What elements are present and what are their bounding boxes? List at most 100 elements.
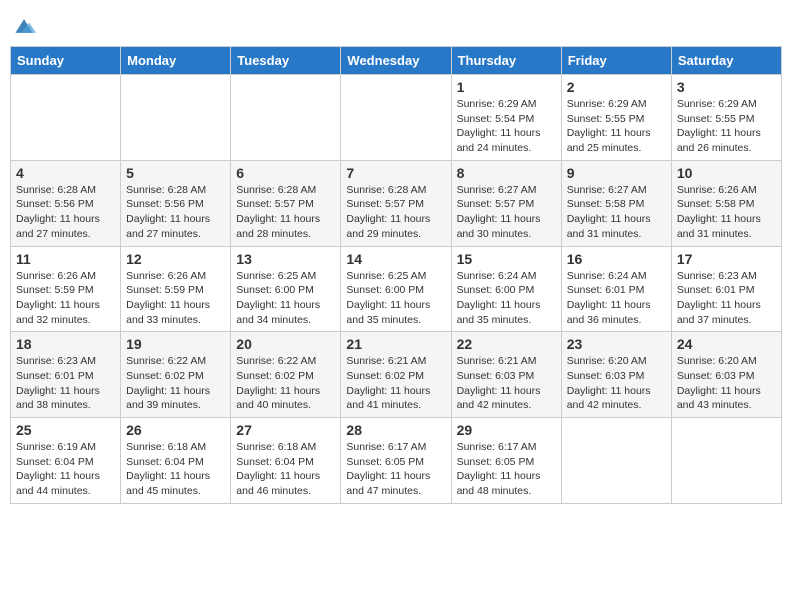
cell-info: Sunrise: 6:27 AM Sunset: 5:57 PM Dayligh… xyxy=(457,183,556,242)
cell-info: Sunrise: 6:21 AM Sunset: 6:03 PM Dayligh… xyxy=(457,354,556,413)
calendar-cell: 27Sunrise: 6:18 AM Sunset: 6:04 PM Dayli… xyxy=(231,418,341,504)
calendar-cell: 22 Sunrise: 6:21 AM Sunset: 6:03 PM Dayli… xyxy=(451,332,561,418)
calendar-week-4: 18Sunrise: 6:23 AM Sunset: 6:01 PM Dayli… xyxy=(11,332,782,418)
cell-info: Sunrise: 6:20 AM Sunset: 6:03 PM Dayligh… xyxy=(677,354,776,413)
day-header-monday: Monday xyxy=(121,47,231,75)
cell-info: Sunrise: 6:28 AM Sunset: 5:57 PM Dayligh… xyxy=(346,183,445,242)
day-number: 23 xyxy=(567,336,666,352)
calendar-cell: 8Sunrise: 6:27 AM Sunset: 5:57 PM Daylig… xyxy=(451,160,561,246)
calendar-cell xyxy=(121,75,231,161)
cell-info: Sunrise: 6:20 AM Sunset: 6:03 PM Dayligh… xyxy=(567,354,666,413)
cell-info: Sunrise: 6:28 AM Sunset: 5:57 PM Dayligh… xyxy=(236,183,335,242)
cell-info: Sunrise: 6:22 AM Sunset: 6:02 PM Dayligh… xyxy=(126,354,225,413)
calendar-cell: 29Sunrise: 6:17 AM Sunset: 6:05 PM Dayli… xyxy=(451,418,561,504)
calendar-body: 1 Sunrise: 6:29 AM Sunset: 5:54 PM Daylig… xyxy=(11,75,782,504)
calendar-cell: 17 Sunrise: 6:23 AM Sunset: 6:01 PM Dayli… xyxy=(671,246,781,332)
cell-info: Sunrise: 6:26 AM Sunset: 5:59 PM Dayligh… xyxy=(16,269,115,328)
page-header xyxy=(10,10,782,38)
day-number: 12 xyxy=(126,251,225,267)
day-number: 24 xyxy=(677,336,776,352)
day-number: 1 xyxy=(457,79,556,95)
calendar-cell: 6 Sunrise: 6:28 AM Sunset: 5:57 PM Daylig… xyxy=(231,160,341,246)
calendar-cell: 24 Sunrise: 6:20 AM Sunset: 6:03 PM Dayli… xyxy=(671,332,781,418)
calendar-week-5: 25 Sunrise: 6:19 AM Sunset: 6:04 PM Dayli… xyxy=(11,418,782,504)
cell-info: Sunrise: 6:28 AM Sunset: 5:56 PM Dayligh… xyxy=(16,183,115,242)
day-number: 13 xyxy=(236,251,335,267)
calendar-cell: 3 Sunrise: 6:29 AM Sunset: 5:55 PM Daylig… xyxy=(671,75,781,161)
calendar-cell: 11 Sunrise: 6:26 AM Sunset: 5:59 PM Dayli… xyxy=(11,246,121,332)
cell-info: Sunrise: 6:29 AM Sunset: 5:55 PM Dayligh… xyxy=(677,97,776,156)
cell-info: Sunrise: 6:17 AM Sunset: 6:05 PM Dayligh… xyxy=(346,440,445,499)
calendar-cell xyxy=(11,75,121,161)
day-number: 4 xyxy=(16,165,115,181)
cell-info: Sunrise: 6:26 AM Sunset: 5:58 PM Dayligh… xyxy=(677,183,776,242)
day-number: 6 xyxy=(236,165,335,181)
logo-icon xyxy=(12,14,36,38)
calendar-cell: 9 Sunrise: 6:27 AM Sunset: 5:58 PM Daylig… xyxy=(561,160,671,246)
cell-info: Sunrise: 6:27 AM Sunset: 5:58 PM Dayligh… xyxy=(567,183,666,242)
calendar-cell: 10 Sunrise: 6:26 AM Sunset: 5:58 PM Dayli… xyxy=(671,160,781,246)
day-header-thursday: Thursday xyxy=(451,47,561,75)
day-number: 11 xyxy=(16,251,115,267)
cell-info: Sunrise: 6:18 AM Sunset: 6:04 PM Dayligh… xyxy=(126,440,225,499)
day-number: 9 xyxy=(567,165,666,181)
cell-info: Sunrise: 6:21 AM Sunset: 6:02 PM Dayligh… xyxy=(346,354,445,413)
calendar-cell: 20 Sunrise: 6:22 AM Sunset: 6:02 PM Dayli… xyxy=(231,332,341,418)
cell-info: Sunrise: 6:24 AM Sunset: 6:00 PM Dayligh… xyxy=(457,269,556,328)
day-number: 15 xyxy=(457,251,556,267)
day-number: 16 xyxy=(567,251,666,267)
day-number: 3 xyxy=(677,79,776,95)
day-number: 10 xyxy=(677,165,776,181)
calendar-cell: 21 Sunrise: 6:21 AM Sunset: 6:02 PM Dayli… xyxy=(341,332,451,418)
calendar-cell xyxy=(231,75,341,161)
calendar-cell: 15 Sunrise: 6:24 AM Sunset: 6:00 PM Dayli… xyxy=(451,246,561,332)
day-number: 5 xyxy=(126,165,225,181)
calendar-cell: 23 Sunrise: 6:20 AM Sunset: 6:03 PM Dayli… xyxy=(561,332,671,418)
calendar-header: SundayMondayTuesdayWednesdayThursdayFrid… xyxy=(11,47,782,75)
day-number: 28 xyxy=(346,422,445,438)
day-header-saturday: Saturday xyxy=(671,47,781,75)
cell-info: Sunrise: 6:25 AM Sunset: 6:00 PM Dayligh… xyxy=(346,269,445,328)
day-header-sunday: Sunday xyxy=(11,47,121,75)
cell-info: Sunrise: 6:24 AM Sunset: 6:01 PM Dayligh… xyxy=(567,269,666,328)
day-number: 25 xyxy=(16,422,115,438)
day-number: 21 xyxy=(346,336,445,352)
calendar-cell: 7 Sunrise: 6:28 AM Sunset: 5:57 PM Daylig… xyxy=(341,160,451,246)
calendar-cell xyxy=(341,75,451,161)
calendar-cell xyxy=(561,418,671,504)
calendar-cell: 5 Sunrise: 6:28 AM Sunset: 5:56 PM Daylig… xyxy=(121,160,231,246)
calendar-cell: 4 Sunrise: 6:28 AM Sunset: 5:56 PM Daylig… xyxy=(11,160,121,246)
day-number: 20 xyxy=(236,336,335,352)
day-header-wednesday: Wednesday xyxy=(341,47,451,75)
day-number: 17 xyxy=(677,251,776,267)
day-number: 22 xyxy=(457,336,556,352)
calendar-cell: 12 Sunrise: 6:26 AM Sunset: 5:59 PM Dayli… xyxy=(121,246,231,332)
day-number: 18 xyxy=(16,336,115,352)
calendar-week-2: 4 Sunrise: 6:28 AM Sunset: 5:56 PM Daylig… xyxy=(11,160,782,246)
day-header-tuesday: Tuesday xyxy=(231,47,341,75)
day-number: 7 xyxy=(346,165,445,181)
day-number: 19 xyxy=(126,336,225,352)
cell-info: Sunrise: 6:17 AM Sunset: 6:05 PM Dayligh… xyxy=(457,440,556,499)
day-header-friday: Friday xyxy=(561,47,671,75)
logo xyxy=(10,14,36,38)
calendar-cell: 19 Sunrise: 6:22 AM Sunset: 6:02 PM Dayli… xyxy=(121,332,231,418)
calendar-cell: 14 Sunrise: 6:25 AM Sunset: 6:00 PM Dayli… xyxy=(341,246,451,332)
calendar-cell: 18Sunrise: 6:23 AM Sunset: 6:01 PM Dayli… xyxy=(11,332,121,418)
calendar-cell: 26Sunrise: 6:18 AM Sunset: 6:04 PM Dayli… xyxy=(121,418,231,504)
calendar-cell: 1 Sunrise: 6:29 AM Sunset: 5:54 PM Daylig… xyxy=(451,75,561,161)
cell-info: Sunrise: 6:29 AM Sunset: 5:54 PM Dayligh… xyxy=(457,97,556,156)
day-number: 2 xyxy=(567,79,666,95)
cell-info: Sunrise: 6:29 AM Sunset: 5:55 PM Dayligh… xyxy=(567,97,666,156)
calendar-cell: 13 Sunrise: 6:25 AM Sunset: 6:00 PM Dayli… xyxy=(231,246,341,332)
cell-info: Sunrise: 6:19 AM Sunset: 6:04 PM Dayligh… xyxy=(16,440,115,499)
calendar-cell: 16 Sunrise: 6:24 AM Sunset: 6:01 PM Dayli… xyxy=(561,246,671,332)
cell-info: Sunrise: 6:26 AM Sunset: 5:59 PM Dayligh… xyxy=(126,269,225,328)
cell-info: Sunrise: 6:25 AM Sunset: 6:00 PM Dayligh… xyxy=(236,269,335,328)
day-number: 14 xyxy=(346,251,445,267)
cell-info: Sunrise: 6:23 AM Sunset: 6:01 PM Dayligh… xyxy=(677,269,776,328)
calendar-cell: 2 Sunrise: 6:29 AM Sunset: 5:55 PM Daylig… xyxy=(561,75,671,161)
cell-info: Sunrise: 6:28 AM Sunset: 5:56 PM Dayligh… xyxy=(126,183,225,242)
cell-info: Sunrise: 6:22 AM Sunset: 6:02 PM Dayligh… xyxy=(236,354,335,413)
day-number: 27 xyxy=(236,422,335,438)
